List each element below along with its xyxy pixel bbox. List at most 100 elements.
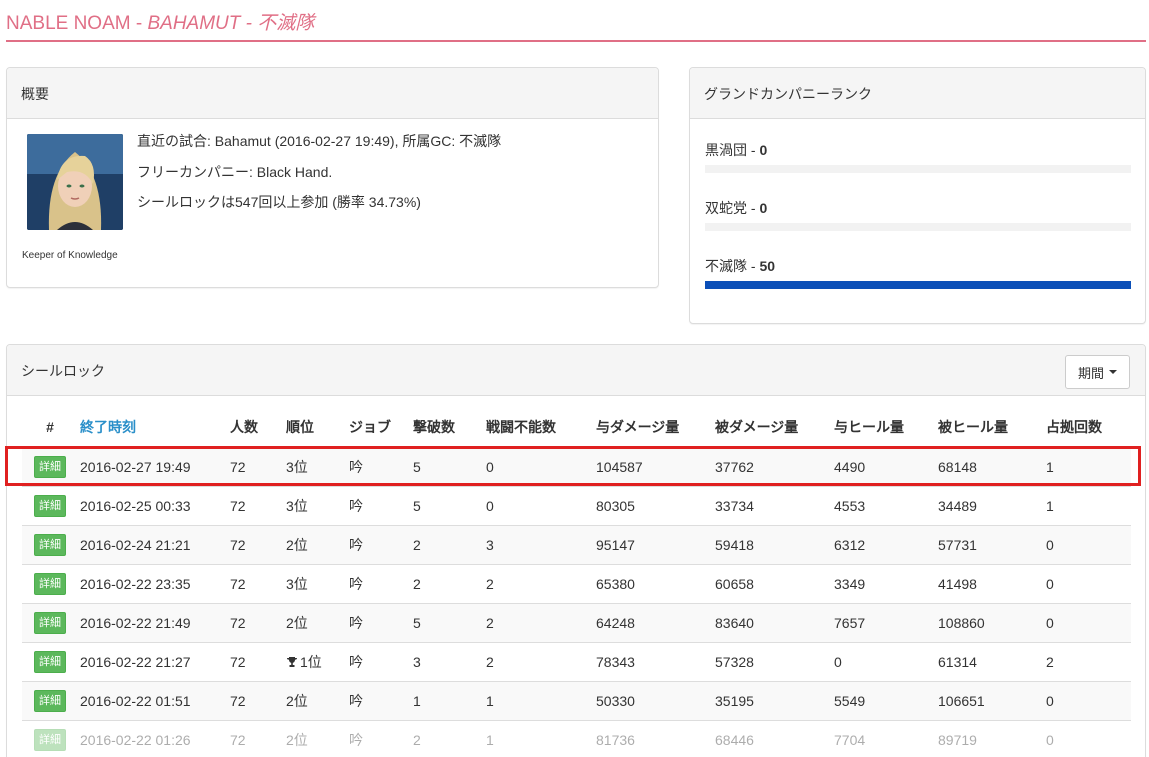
rank-cell: 2位 (284, 719, 347, 757)
deaths-cell: 2 (484, 563, 594, 603)
gc-name: 黒渦団 - (705, 142, 760, 158)
matches-table: # 終了時刻 人数 順位 ジョブ 撃破数 戦闘不能数 与ダメージ量 被ダメージ量… (22, 408, 1131, 757)
damage-dealt-cell: 80305 (594, 485, 713, 525)
players-cell: 72 (228, 485, 284, 525)
detail-cell: 詳細 (22, 641, 78, 681)
page-header: NABLE NOAM - BAHAMUT - 不滅隊 (6, 0, 1146, 42)
gc-rank-value: 50 (759, 258, 776, 274)
rank-cell: 3位 (284, 485, 347, 525)
overview-panel: 概要 Keeper of Knowledge 直近の試合: Bahamut (2… (6, 67, 659, 288)
damage-taken-cell: 68446 (713, 719, 832, 757)
col-header: 与ヒール量 (834, 419, 904, 436)
damage-dealt-cell: 65380 (594, 563, 713, 603)
deaths-cell: 1 (484, 719, 594, 757)
heal-taken-cell: 108860 (936, 602, 1044, 642)
kills-cell: 1 (411, 680, 484, 720)
gc-name: 不滅隊 - (705, 258, 760, 274)
end-time-cell: 2016-02-22 23:35 (78, 563, 228, 603)
captures-cell: 0 (1044, 680, 1131, 720)
damage-dealt-cell: 64248 (594, 602, 713, 642)
detail-cell: 詳細 (22, 602, 78, 642)
heal-taken-cell: 57731 (936, 524, 1044, 564)
detail-cell: 詳細 (22, 485, 78, 525)
table-row: 詳細 2016-02-25 00:33 72 3位吟 5 0 80305 33734 4553 3… (22, 485, 1131, 525)
damage-taken-cell: 33734 (713, 485, 832, 525)
gc-progress-bar (705, 223, 1131, 231)
captures-cell: 1 (1044, 485, 1131, 525)
server-company: BAHAMUT - 不滅隊 (147, 13, 315, 34)
end-time-cell: 2016-02-24 21:21 (78, 524, 228, 564)
detail-button[interactable]: 詳細 (34, 494, 66, 517)
captures-cell: 0 (1044, 602, 1131, 642)
table-header-row: # 終了時刻 人数 順位 ジョブ 撃破数 戦闘不能数 与ダメージ量 被ダメージ量… (22, 408, 1131, 447)
kills-cell: 5 (411, 446, 484, 486)
job-cell: 吟 (347, 719, 411, 757)
detail-cell: 詳細 (22, 524, 78, 564)
deaths-cell: 1 (484, 680, 594, 720)
col-header: 被ダメージ量 (715, 419, 799, 436)
seal-rock-heading: シールロック (7, 345, 1145, 396)
last-match-info: 直近の試合: Bahamut (2016-02-27 19:49), 所属GC:… (137, 133, 502, 149)
heal-dealt-cell: 3349 (832, 563, 936, 603)
col-header: 撃破数 (413, 419, 455, 436)
col-header-end-time[interactable]: 終了時刻 (78, 408, 228, 447)
kills-cell: 2 (411, 563, 484, 603)
players-cell: 72 (228, 719, 284, 757)
heal-dealt-cell: 6312 (832, 524, 936, 564)
end-time-cell: 2016-02-22 01:51 (78, 680, 228, 720)
detail-button[interactable]: 詳細 (34, 650, 66, 673)
col-header: 占拠回数 (1046, 419, 1102, 436)
detail-button[interactable]: 詳細 (34, 572, 66, 595)
damage-taken-cell: 57328 (713, 641, 832, 681)
rank-cell: 1位 (284, 641, 347, 681)
detail-cell: 詳細 (22, 719, 78, 757)
deaths-cell: 2 (484, 602, 594, 642)
kills-cell: 3 (411, 641, 484, 681)
gc-rank-row: 双蛇党 - 0 (705, 198, 1131, 231)
captures-cell: 0 (1044, 719, 1131, 757)
detail-button[interactable]: 詳細 (34, 611, 66, 634)
damage-dealt-cell: 104587 (594, 446, 713, 486)
heal-taken-cell: 106651 (936, 680, 1044, 720)
caret-down-icon (1109, 370, 1117, 374)
damage-taken-cell: 37762 (713, 446, 832, 486)
job-cell: 吟 (347, 602, 411, 642)
table-row: 詳細 2016-02-27 19:49 72 3位吟 5 0 104587 37762 4490… (22, 446, 1131, 486)
heal-taken-cell: 41498 (936, 563, 1044, 603)
table-row: 詳細 2016-02-22 23:35 72 3位吟 2 2 65380 60658 3349 4… (22, 563, 1131, 603)
col-header: # (46, 419, 54, 436)
players-cell: 72 (228, 446, 284, 486)
gc-rank-value: 0 (759, 200, 768, 216)
period-dropdown-button[interactable]: 期間 (1064, 355, 1130, 389)
page-title: NABLE NOAM - BAHAMUT - 不滅隊 (6, 8, 314, 35)
detail-button[interactable]: 詳細 (34, 533, 66, 556)
heal-dealt-cell: 7704 (832, 719, 936, 757)
rank-cell: 2位 (284, 602, 347, 642)
damage-taken-cell: 35195 (713, 680, 832, 720)
table-row: 詳細 2016-02-22 01:26 72 2位吟 2 1 81736 68446 7704 8… (22, 719, 1131, 757)
rank-cell: 2位 (284, 680, 347, 720)
avatar (27, 134, 123, 230)
rank-cell: 2位 (284, 524, 347, 564)
detail-button[interactable]: 詳細 (34, 689, 66, 712)
end-time-cell: 2016-02-25 00:33 (78, 485, 228, 525)
gc-rank-row: 黒渦団 - 0 (705, 140, 1131, 173)
table-row: 詳細 2016-02-22 01:51 72 2位吟 1 1 50330 35195 5549 1… (22, 680, 1131, 720)
col-header: ジョブ (349, 419, 391, 436)
deaths-cell: 0 (484, 485, 594, 525)
job-cell: 吟 (347, 641, 411, 681)
free-company-info: フリーカンパニー: Black Hand. (137, 164, 333, 180)
detail-button[interactable]: 詳細 (34, 455, 66, 478)
col-header: 人数 (230, 419, 258, 436)
deaths-cell: 3 (484, 524, 594, 564)
job-cell: 吟 (347, 446, 411, 486)
detail-button[interactable]: 詳細 (34, 728, 66, 751)
heal-dealt-cell: 0 (832, 641, 936, 681)
heal-dealt-cell: 7657 (832, 602, 936, 642)
col-header: 与ダメージ量 (596, 419, 680, 436)
gc-rank-value: 0 (759, 142, 768, 158)
end-time-cell: 2016-02-27 19:49 (78, 446, 228, 486)
end-time-cell: 2016-02-22 21:27 (78, 641, 228, 681)
gc-progress-bar (705, 281, 1131, 289)
rank-value: 1位 (300, 653, 322, 670)
